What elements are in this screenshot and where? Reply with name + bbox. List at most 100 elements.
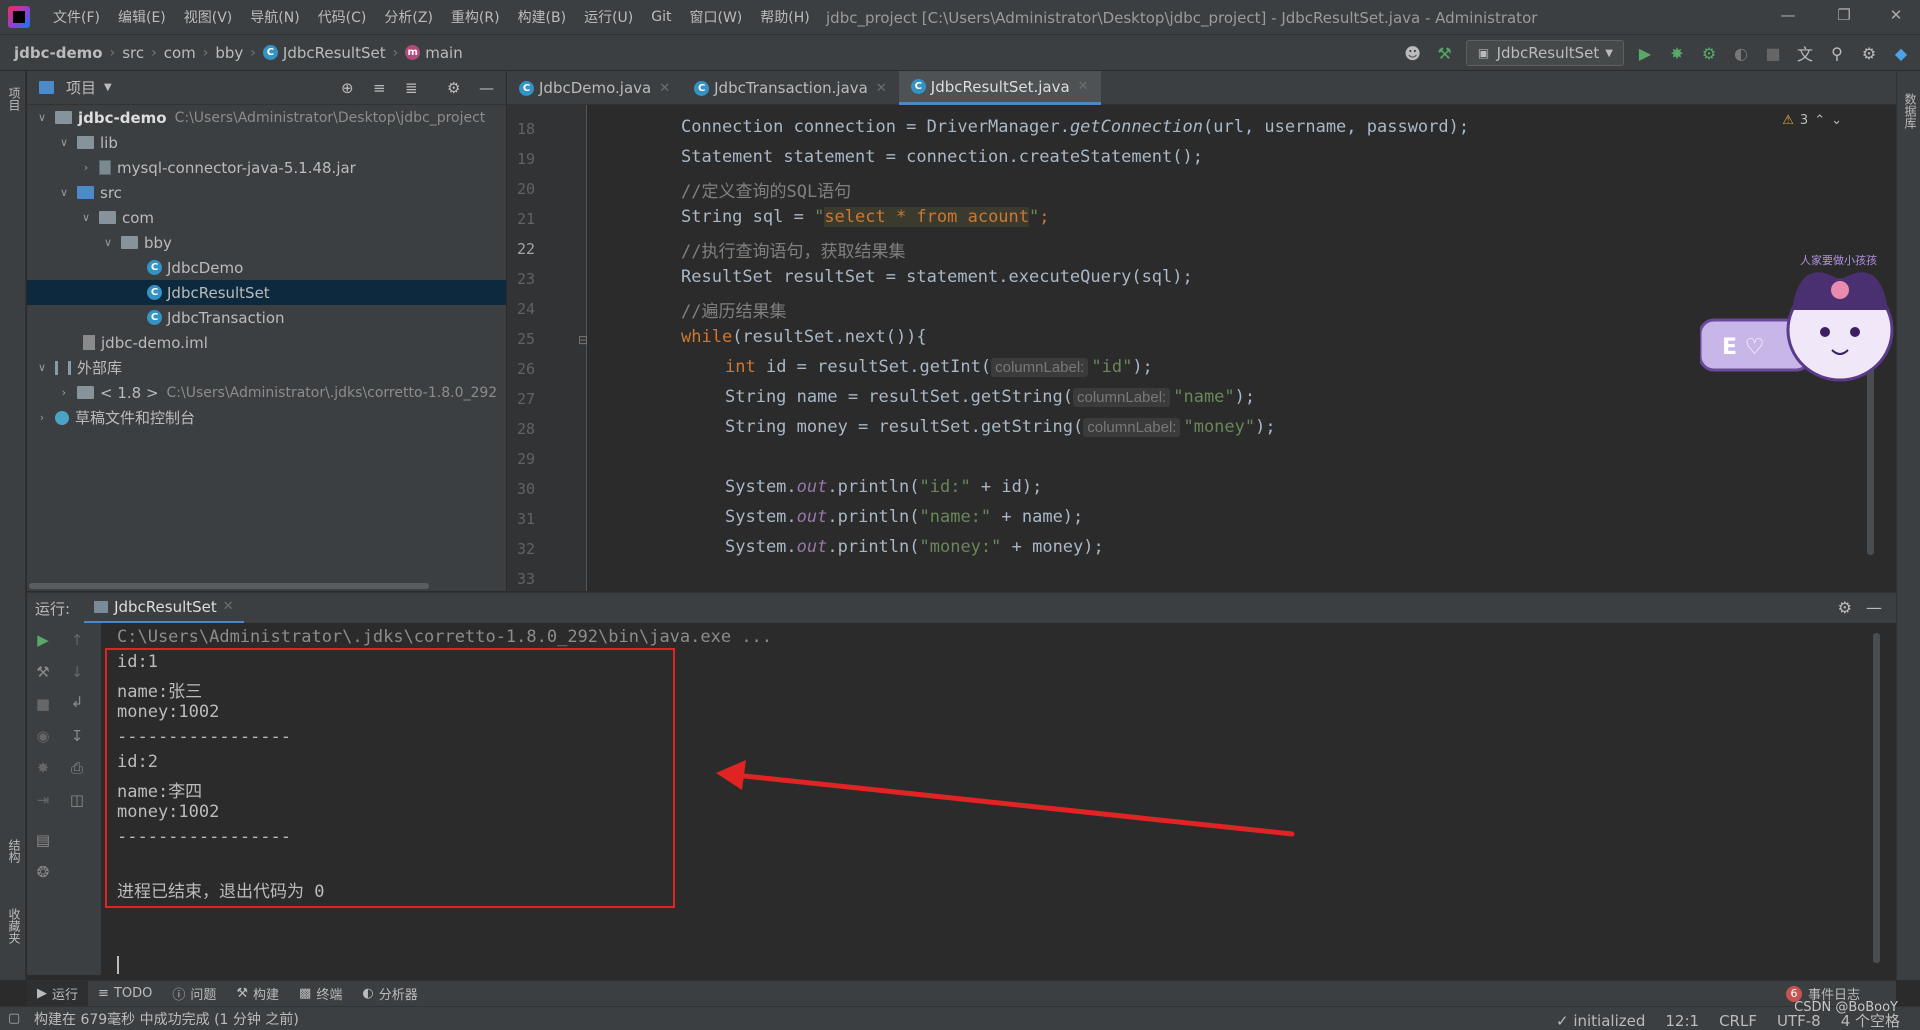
hammer-build-icon[interactable]: ⚒ xyxy=(1434,42,1456,64)
chevron-up-icon[interactable]: ⌃ xyxy=(1814,113,1825,128)
chevron-down-icon[interactable]: ∨ xyxy=(101,236,115,249)
tab-jdbcresultset[interactable]: C JdbcResultSet.java ✕ xyxy=(898,71,1101,105)
wrench-icon[interactable]: ⚒ xyxy=(33,663,53,683)
scrollbar-thumb[interactable] xyxy=(1873,633,1880,963)
arrow-down-icon[interactable]: ↓ xyxy=(67,663,87,683)
restore-icon[interactable]: ❐ xyxy=(1824,6,1864,28)
chevron-right-icon[interactable]: › xyxy=(79,161,93,174)
tab-jdbcdemo[interactable]: C JdbcDemo.java ✕ xyxy=(507,71,682,105)
menu-build[interactable]: 构建(B) xyxy=(509,7,576,27)
menu-edit[interactable]: 编辑(E) xyxy=(109,7,175,27)
stop-icon[interactable]: ■ xyxy=(33,695,53,715)
close-icon[interactable]: ✕ xyxy=(1876,6,1916,28)
chevron-down-icon[interactable]: ∨ xyxy=(35,111,49,124)
tree-item-jdbcresultset[interactable]: C JdbcResultSet xyxy=(27,280,506,305)
run-config-selector[interactable]: ▣ JdbcResultSet ▼ xyxy=(1465,40,1624,66)
tab-jdbctransaction[interactable]: C JdbcTransaction.java ✕ xyxy=(682,71,899,105)
menu-navigate[interactable]: 导航(N) xyxy=(241,7,308,27)
arrow-up-icon[interactable]: ↑ xyxy=(67,631,87,651)
structure-tool-tab[interactable]: 结构 xyxy=(3,831,23,871)
menu-file[interactable]: 文件(F) xyxy=(44,7,109,27)
scrollbar-thumb[interactable] xyxy=(29,583,429,589)
tool-run[interactable]: ▶ 运行 xyxy=(27,980,89,1007)
close-tab-icon[interactable]: ✕ xyxy=(223,599,234,614)
run-tab-jdbcresultset[interactable]: JdbcResultSet ✕ xyxy=(84,593,244,624)
scroll-to-end-icon[interactable]: ↧ xyxy=(67,727,87,747)
print-icon[interactable]: ⎙ xyxy=(67,759,87,779)
minimize-icon[interactable]: — xyxy=(1768,6,1808,28)
hide-panel-icon[interactable]: — xyxy=(479,79,494,97)
run-icon[interactable]: ▶ xyxy=(1634,42,1656,64)
translate-icon[interactable]: 文 xyxy=(1794,42,1816,64)
tool-profiler[interactable]: ◐ 分析器 xyxy=(352,981,427,1007)
menu-help[interactable]: 帮助(H) xyxy=(751,7,818,27)
menu-code[interactable]: 代码(C) xyxy=(309,7,376,27)
chevron-down-icon[interactable]: ⌄ xyxy=(1831,113,1842,128)
chevron-right-icon[interactable]: › xyxy=(57,386,71,399)
user-icon[interactable]: ☻ xyxy=(1402,42,1424,64)
menu-window[interactable]: 窗口(W) xyxy=(681,7,752,27)
breadcrumb-project[interactable]: jdbc-demo xyxy=(0,44,107,62)
tool-todo[interactable]: ≡ TODO xyxy=(88,981,162,1007)
dropdown-arrow-icon[interactable]: ▼ xyxy=(104,82,112,93)
collapse-all-icon[interactable]: ≣ xyxy=(405,79,418,97)
plugin-icon[interactable]: ◆ xyxy=(1890,42,1912,64)
menu-analyze[interactable]: 分析(Z) xyxy=(375,7,442,27)
toggle-tool-windows-icon[interactable]: ▢ xyxy=(8,1011,20,1026)
tree-item-bby[interactable]: ∨ bby xyxy=(27,230,506,255)
close-tab-icon[interactable]: ✕ xyxy=(876,81,887,96)
breadcrumb-com[interactable]: com xyxy=(160,44,200,62)
coverage-icon[interactable]: ⚙ xyxy=(1698,42,1720,64)
console-scrollbar[interactable] xyxy=(1871,623,1881,975)
project-panel-title[interactable]: 项目 xyxy=(66,77,96,98)
expand-all-icon[interactable]: ≡ xyxy=(373,79,386,97)
status-caret-position[interactable]: 12:1 xyxy=(1665,1012,1699,1030)
close-tab-icon[interactable]: ✕ xyxy=(659,81,670,96)
hide-panel-icon[interactable]: — xyxy=(1866,598,1882,617)
rerun-icon[interactable]: ▶ xyxy=(33,631,53,651)
chevron-down-icon[interactable]: ∨ xyxy=(57,136,71,149)
tool-build[interactable]: ⚒ 构建 xyxy=(226,981,289,1007)
debug-bug-icon[interactable]: ✸ xyxy=(33,759,53,779)
status-message[interactable]: 构建在 679毫秒 中成功完成 (1 分钟 之前) xyxy=(34,1009,299,1029)
chevron-down-icon[interactable]: ∨ xyxy=(79,211,93,224)
tool-problems[interactable]: ⓘ 问题 xyxy=(162,981,226,1007)
menu-refactor[interactable]: 重构(R) xyxy=(442,7,509,27)
breadcrumb-method[interactable]: m main xyxy=(401,44,466,62)
inspection-widget[interactable]: ⚠ 3 ⌃ ⌄ xyxy=(1782,113,1842,128)
menu-git[interactable]: Git xyxy=(642,9,680,25)
debug-icon[interactable]: ✸ xyxy=(1666,42,1688,64)
profile-icon[interactable]: ◐ xyxy=(1730,42,1752,64)
tree-item-src[interactable]: ∨ src xyxy=(27,180,506,205)
camera-dump-icon[interactable]: ◉ xyxy=(33,727,53,747)
tree-item-jar[interactable]: › mysql-connector-java-5.1.48.jar xyxy=(27,155,506,180)
tree-item-external-libs[interactable]: ∨ 外部库 xyxy=(27,355,506,380)
layout-icon[interactable]: ▤ xyxy=(33,831,53,851)
horizontal-scrollbar[interactable] xyxy=(27,581,506,591)
code-editor[interactable]: Connection connection = DriverManager.ge… xyxy=(588,105,1878,591)
tree-item-jdk[interactable]: › < 1.8 > C:\Users\Administrator\.jdks\c… xyxy=(27,380,506,405)
database-tool-tab[interactable]: 数据库 xyxy=(1899,81,1919,141)
tree-item-jdbcdemo[interactable]: C JdbcDemo xyxy=(27,255,506,280)
status-initialized[interactable]: ✓ initialized xyxy=(1556,1012,1645,1030)
tree-item-scratches[interactable]: › 草稿文件和控制台 xyxy=(27,405,506,430)
chevron-right-icon[interactable]: › xyxy=(35,411,49,424)
settings-gear-icon[interactable]: ⚙ xyxy=(1838,598,1852,617)
tree-item-jdbctransaction[interactable]: C JdbcTransaction xyxy=(27,305,506,330)
chevron-down-icon[interactable]: ∨ xyxy=(35,361,49,374)
tree-item-project-root[interactable]: ∨ jdbc-demo C:\Users\Administrator\Deskt… xyxy=(27,105,506,130)
soft-wrap-icon[interactable]: ↲ xyxy=(67,693,87,713)
stop-icon[interactable]: ■ xyxy=(1762,42,1784,64)
close-tab-icon[interactable]: ✕ xyxy=(1078,79,1089,94)
settings-gear-icon[interactable]: ⚙ xyxy=(1858,42,1880,64)
search-icon[interactable]: ⚲ xyxy=(1826,42,1848,64)
locate-icon[interactable]: ⊕ xyxy=(341,79,354,97)
project-tool-tab[interactable]: 项目 xyxy=(3,79,23,119)
status-line-separator[interactable]: CRLF xyxy=(1719,1012,1757,1030)
tree-item-lib[interactable]: ∨ lib xyxy=(27,130,506,155)
tree-item-iml[interactable]: jdbc-demo.iml xyxy=(27,330,506,355)
trash-icon[interactable]: ◫ xyxy=(67,791,87,811)
settings-gear-icon[interactable]: ⚙ xyxy=(447,79,460,97)
breadcrumb-src[interactable]: src xyxy=(118,44,148,62)
menu-view[interactable]: 视图(V) xyxy=(175,7,242,27)
